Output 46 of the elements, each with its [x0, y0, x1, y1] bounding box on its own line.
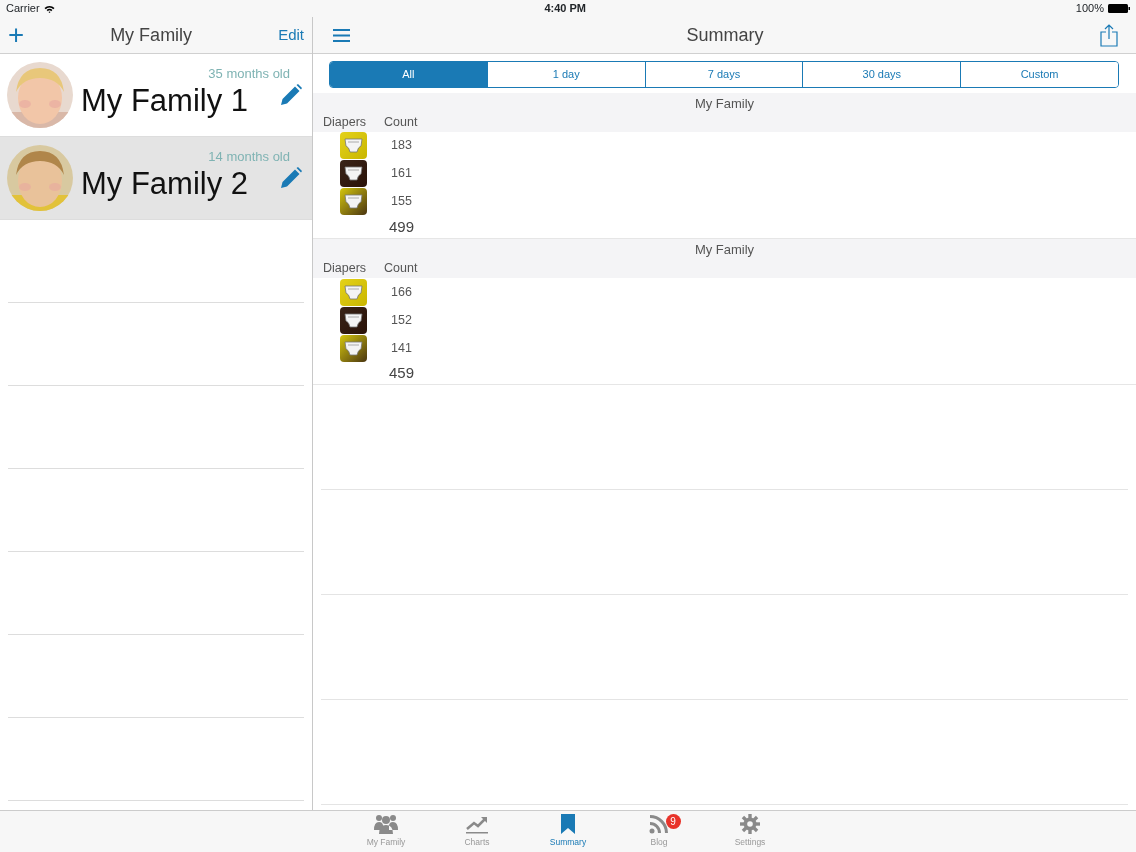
rss-icon [649, 814, 669, 835]
battery-label: 100% [1075, 1, 1104, 17]
settings-icon [740, 814, 760, 835]
notification-badge: 9 [665, 814, 681, 829]
age-label: 14 months old [208, 148, 290, 166]
edit-button[interactable]: Edit [278, 23, 304, 47]
people-icon [374, 814, 398, 835]
count-value: 152 [391, 311, 412, 329]
nav-title: Summary [686, 23, 764, 47]
tab-bar-item[interactable]: Settings [704, 811, 796, 852]
share-icon[interactable] [1100, 23, 1118, 47]
carrier-label: Carrier [6, 1, 40, 17]
column-header: Count [384, 114, 418, 131]
count-value: 155 [391, 193, 412, 211]
count-value: 183 [391, 137, 412, 155]
total-value: 459 [389, 363, 416, 382]
column-header: Diapers [323, 114, 368, 131]
bookmark-icon [560, 814, 576, 835]
nav-title: My Family [110, 23, 193, 47]
family-name: My Family 1 [81, 83, 249, 119]
column-header: Diapers [323, 260, 368, 278]
pencil-icon[interactable] [280, 84, 302, 106]
chart-icon [465, 814, 489, 835]
tab-bar-item[interactable]: My Family [340, 811, 432, 852]
add-button[interactable]: + [8, 21, 25, 49]
total-value: 499 [389, 216, 416, 236]
count-value: 161 [391, 165, 412, 183]
age-label: 35 months old [208, 65, 290, 83]
family-name: My Family 2 [81, 166, 249, 202]
pencil-icon[interactable] [280, 167, 302, 189]
count-value: 166 [391, 283, 412, 301]
tab-bar-item[interactable]: Summary [522, 811, 614, 852]
time-label: 4:40 PM [544, 1, 587, 17]
menu-icon[interactable] [333, 28, 350, 42]
section-title: My Family [693, 94, 756, 113]
family-row[interactable]: 14 months old My Family 2 [0, 137, 312, 220]
column-header: Count [384, 260, 418, 278]
segment-tab[interactable]: Custom [960, 62, 1118, 87]
segment-tab[interactable]: All [330, 62, 487, 87]
battery-icon [1108, 4, 1130, 13]
wifi-icon [43, 4, 55, 13]
count-value: 141 [391, 339, 412, 357]
section-title: My Family [693, 240, 756, 259]
family-row[interactable]: 35 months old My Family 1 [0, 54, 312, 137]
tab-bar-item[interactable]: Charts [431, 811, 523, 852]
tab-bar-item[interactable]: Blog 9 [613, 811, 705, 852]
